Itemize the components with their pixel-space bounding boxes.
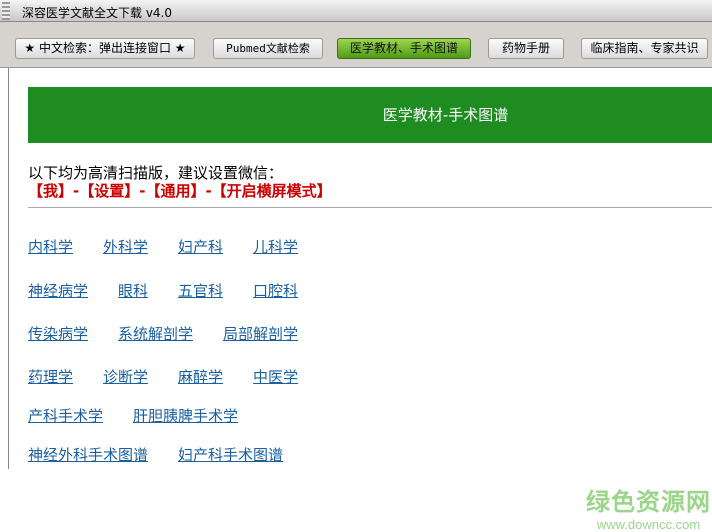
toolbar: ★ 中文检索：弹出连接窗口 ★ Pubmed文献检索 医学教材、手术图谱 药物手… bbox=[0, 22, 712, 68]
window-title: 深容医学文献全文下载 v4.0 bbox=[22, 6, 173, 20]
watermark: 绿色资源网 www.downcc.com bbox=[586, 482, 711, 532]
subject-link[interactable]: 神经外科手术图谱 bbox=[28, 446, 148, 464]
subject-link[interactable]: 神经病学 bbox=[28, 282, 88, 300]
subject-link[interactable]: 传染病学 bbox=[28, 325, 88, 343]
subject-link[interactable]: 诊断学 bbox=[103, 368, 148, 386]
link-row: 产科手术学 肝胆胰脾手术学 bbox=[28, 405, 268, 426]
subject-link[interactable]: 中医学 bbox=[253, 368, 298, 386]
subject-link[interactable]: 麻醉学 bbox=[178, 368, 223, 386]
watermark-name: 绿色资源网 bbox=[586, 488, 711, 516]
link-row: 神经病学 眼科 五官科 口腔科 bbox=[28, 280, 328, 301]
settings-path: 【我】-【设置】-【通用】-【开启横屏模式】 bbox=[28, 182, 332, 200]
textbook-atlas-button[interactable]: 医学教材、手术图谱 bbox=[337, 38, 471, 59]
watermark-url: www.downcc.com bbox=[596, 517, 701, 532]
subject-link[interactable]: 肝胆胰脾手术学 bbox=[133, 407, 238, 425]
divider bbox=[28, 207, 712, 208]
section-banner: 医学教材-手术图谱 bbox=[28, 87, 712, 143]
subject-link[interactable]: 儿科学 bbox=[253, 238, 298, 256]
link-row: 神经外科手术图谱 妇产科手术图谱 bbox=[28, 444, 313, 465]
subject-link[interactable]: 药理学 bbox=[28, 368, 73, 386]
subject-link[interactable]: 眼科 bbox=[118, 282, 148, 300]
grip-icon[interactable] bbox=[2, 2, 10, 20]
subject-link[interactable]: 产科手术学 bbox=[28, 407, 103, 425]
subject-link[interactable]: 妇产科手术图谱 bbox=[178, 446, 283, 464]
subject-link[interactable]: 妇产科 bbox=[178, 238, 223, 256]
link-row: 内科学 外科学 妇产科 儿科学 bbox=[28, 236, 328, 257]
subject-link[interactable]: 系统解剖学 bbox=[118, 325, 193, 343]
subject-link[interactable]: 外科学 bbox=[103, 238, 148, 256]
chinese-search-button[interactable]: ★ 中文检索：弹出连接窗口 ★ bbox=[15, 38, 195, 59]
content-pane: 医学教材-手术图谱 以下均为高清扫描版，建议设置微信： 【我】-【设置】-【通用… bbox=[8, 68, 712, 532]
link-row: 传染病学 系统解剖学 局部解剖学 bbox=[28, 323, 328, 344]
clinical-guidelines-button[interactable]: 临床指南、专家共识 bbox=[581, 38, 708, 59]
link-row: 药理学 诊断学 麻醉学 中医学 bbox=[28, 366, 328, 387]
subject-link[interactable]: 五官科 bbox=[178, 282, 223, 300]
subject-link[interactable]: 内科学 bbox=[28, 238, 73, 256]
drug-manual-button[interactable]: 药物手册 bbox=[488, 38, 564, 59]
subject-link[interactable]: 口腔科 bbox=[253, 282, 298, 300]
subject-link[interactable]: 局部解剖学 bbox=[223, 325, 298, 343]
title-bar: 深容医学文献全文下载 v4.0 bbox=[0, 0, 712, 22]
pubmed-search-button[interactable]: Pubmed文献检索 bbox=[213, 38, 323, 59]
